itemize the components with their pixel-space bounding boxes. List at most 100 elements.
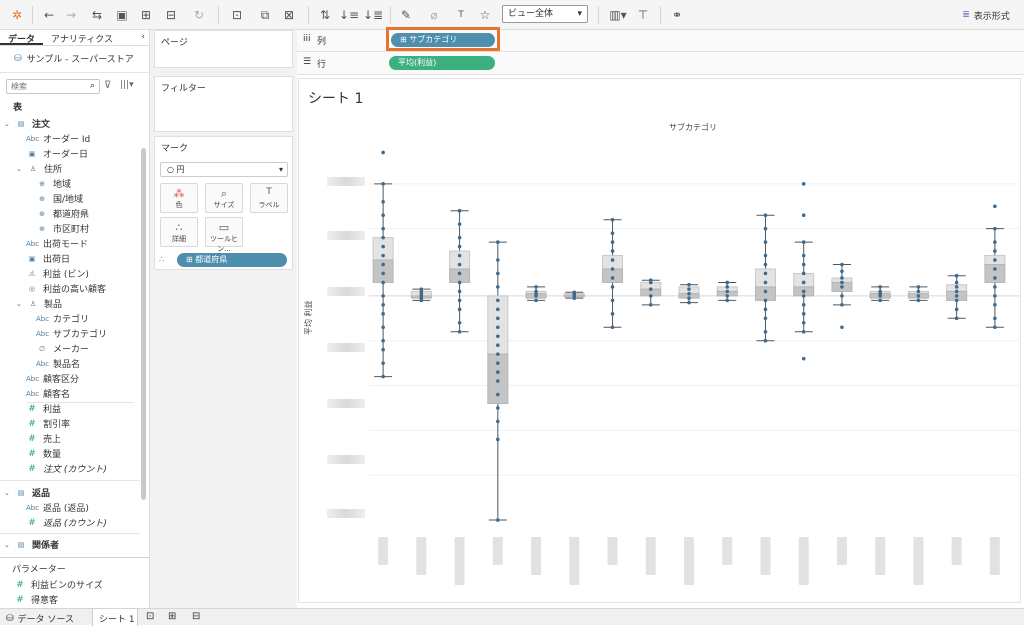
new-datasource-icon[interactable]: ⊞ (138, 6, 154, 24)
category-label-blurred (378, 537, 389, 565)
view-fit-select[interactable]: ビュー全体 ▾ (502, 5, 588, 23)
filters-card[interactable]: フィルター (154, 76, 293, 132)
chevron-down-icon[interactable]: ⌄ (16, 300, 24, 308)
parameter-top-customers[interactable]: # 得意客 (14, 592, 149, 607)
presentation-icon[interactable]: ⊤ (634, 6, 652, 24)
field-item[interactable]: ⌄ ▤ 注文 (4, 116, 139, 131)
data-point (534, 285, 538, 289)
data-point (840, 325, 844, 330)
field-item[interactable]: ⌄ ♙ 製品 (16, 296, 151, 311)
detail-button[interactable]: ∴ 詳細 (160, 217, 198, 247)
category-label-blurred (875, 537, 886, 575)
group-people[interactable]: ⌄ ▤ 関係者 (4, 537, 139, 552)
clear-sheet-icon[interactable]: ⊠ (278, 6, 300, 24)
undo-icon[interactable]: ← (40, 6, 58, 24)
mark-type-select[interactable]: ○ 円 ▾ (160, 162, 288, 177)
size-button[interactable]: ⌕ サイズ (205, 183, 243, 213)
color-button[interactable]: ⁂ 色 (160, 183, 198, 213)
swap-icon[interactable]: ⇅ (316, 6, 334, 24)
tooltip-label: ツールヒン... (210, 235, 238, 253)
detail-pill-state[interactable]: ⊞ 都道府県 (177, 253, 287, 267)
measure-icon: # (28, 463, 36, 474)
tooltip-icon: ▭ (218, 221, 230, 234)
sort-ascending-icon[interactable]: ↓≡ (339, 6, 359, 24)
field-returns-count[interactable]: # 返品 (カウント) (26, 515, 161, 530)
pages-card[interactable]: ページ (154, 30, 293, 68)
tab-sheet1-label: シート 1 (99, 615, 135, 625)
rows-pill[interactable]: 平均(利益) (389, 56, 495, 70)
box-lower (602, 268, 624, 283)
tab-datasource[interactable]: ⛁ データ ソース (6, 612, 74, 626)
data-point (763, 262, 768, 267)
data-point (381, 303, 385, 307)
field-search[interactable]: ⌕ (6, 79, 100, 94)
field-item[interactable]: Abc オーダー Id (26, 131, 161, 146)
pause-updates-icon[interactable]: ⊟ (160, 6, 182, 24)
data-point (993, 258, 997, 262)
sort-descending-icon[interactable]: ↓≣ (363, 6, 383, 24)
columns-pill[interactable]: ⊞ サブカテゴリ (391, 33, 495, 47)
data-point (801, 253, 806, 258)
label-icon[interactable]: T (452, 6, 470, 24)
data-point (801, 303, 806, 307)
data-point (648, 303, 653, 307)
datasource-item[interactable]: ⛁ サンプル - スーパーストア (14, 52, 134, 66)
highlight-icon[interactable]: ✎ (396, 6, 416, 24)
chevron-down-icon[interactable]: ⌄ (16, 165, 24, 173)
view-options-icon[interactable]: |||▾ (120, 80, 134, 90)
tick-label-blurred (327, 231, 365, 240)
data-point (610, 240, 615, 244)
parameter-profit-bin-size[interactable]: # 利益ビンのサイズ (14, 577, 149, 592)
parameters-heading: パラメーター (12, 565, 66, 575)
show-cards-icon[interactable]: ▥▾ (606, 6, 630, 24)
field-list-scrollbar[interactable] (141, 148, 146, 500)
detail-icon: ∴ (175, 221, 183, 234)
refresh-icon[interactable]: ↻ (188, 6, 210, 24)
chevron-down-icon: ⌄ (4, 540, 10, 549)
group-icon[interactable]: ⌀ (424, 6, 444, 24)
field-item[interactable]: ⌄ ♙ 住所 (16, 161, 151, 176)
tab-analytics[interactable]: アナリティクス (43, 30, 121, 45)
new-story-icon[interactable]: ⊟ (192, 611, 200, 622)
new-worksheet-icon[interactable]: ⊡ (146, 611, 154, 622)
replay-icon[interactable]: ⇆ (86, 6, 108, 24)
tableau-logo-icon[interactable]: ✲ (8, 6, 26, 24)
yaxis-label: 平均 利益 (304, 300, 313, 335)
measure-icon: # (28, 433, 36, 444)
new-dashboard-icon[interactable]: ⊞ (168, 611, 176, 622)
data-point (496, 518, 500, 522)
search-input[interactable] (7, 80, 81, 93)
data-point (954, 294, 959, 298)
data-point (725, 289, 730, 294)
tooltip-button[interactable]: ▭ ツールヒン... (205, 217, 243, 253)
data-point (763, 271, 768, 276)
datasource-label: サンプル - スーパーストア (26, 55, 134, 65)
category-label-blurred (798, 537, 809, 585)
pin-icon[interactable]: ☆ (476, 6, 494, 24)
columns-shelf[interactable]: iii 列 ⊞ サブカテゴリ (297, 27, 1024, 52)
data-point (687, 287, 691, 291)
sheet-title[interactable]: シート 1 (308, 88, 363, 108)
redo-icon[interactable]: → (62, 6, 80, 24)
show-me-button[interactable]: ≣ 表示形式 (955, 6, 1017, 24)
data-point (840, 303, 844, 307)
chevron-down-icon[interactable]: ⌄ (4, 120, 12, 128)
rows-shelf[interactable]: ☰ 行 平均(利益) (297, 53, 1024, 75)
columns-label: 列 (317, 37, 327, 47)
data-point (457, 289, 462, 294)
share-icon[interactable]: ⚭ (668, 6, 686, 24)
duplicate-icon[interactable]: ⧉ (256, 6, 274, 24)
data-point (916, 298, 921, 303)
tab-data[interactable]: データ (0, 30, 44, 45)
tick-label-blurred (327, 287, 365, 296)
field-type-icon: .ıl. (27, 269, 37, 278)
field-returns[interactable]: Abc 返品 (返品) (26, 500, 161, 515)
category-label-blurred (760, 537, 771, 575)
new-worksheet-icon[interactable]: ⊡ (226, 6, 248, 24)
collapse-panel-icon[interactable]: ‹ (133, 30, 149, 45)
save-icon[interactable]: ▣ (114, 6, 130, 24)
group-returns[interactable]: ⌄ ▤ 返品 (4, 485, 139, 500)
filter-icon[interactable]: ⊽ (104, 80, 111, 91)
tab-sheet1[interactable]: シート 1 (92, 609, 138, 626)
label-button[interactable]: T ラベル (250, 183, 288, 213)
